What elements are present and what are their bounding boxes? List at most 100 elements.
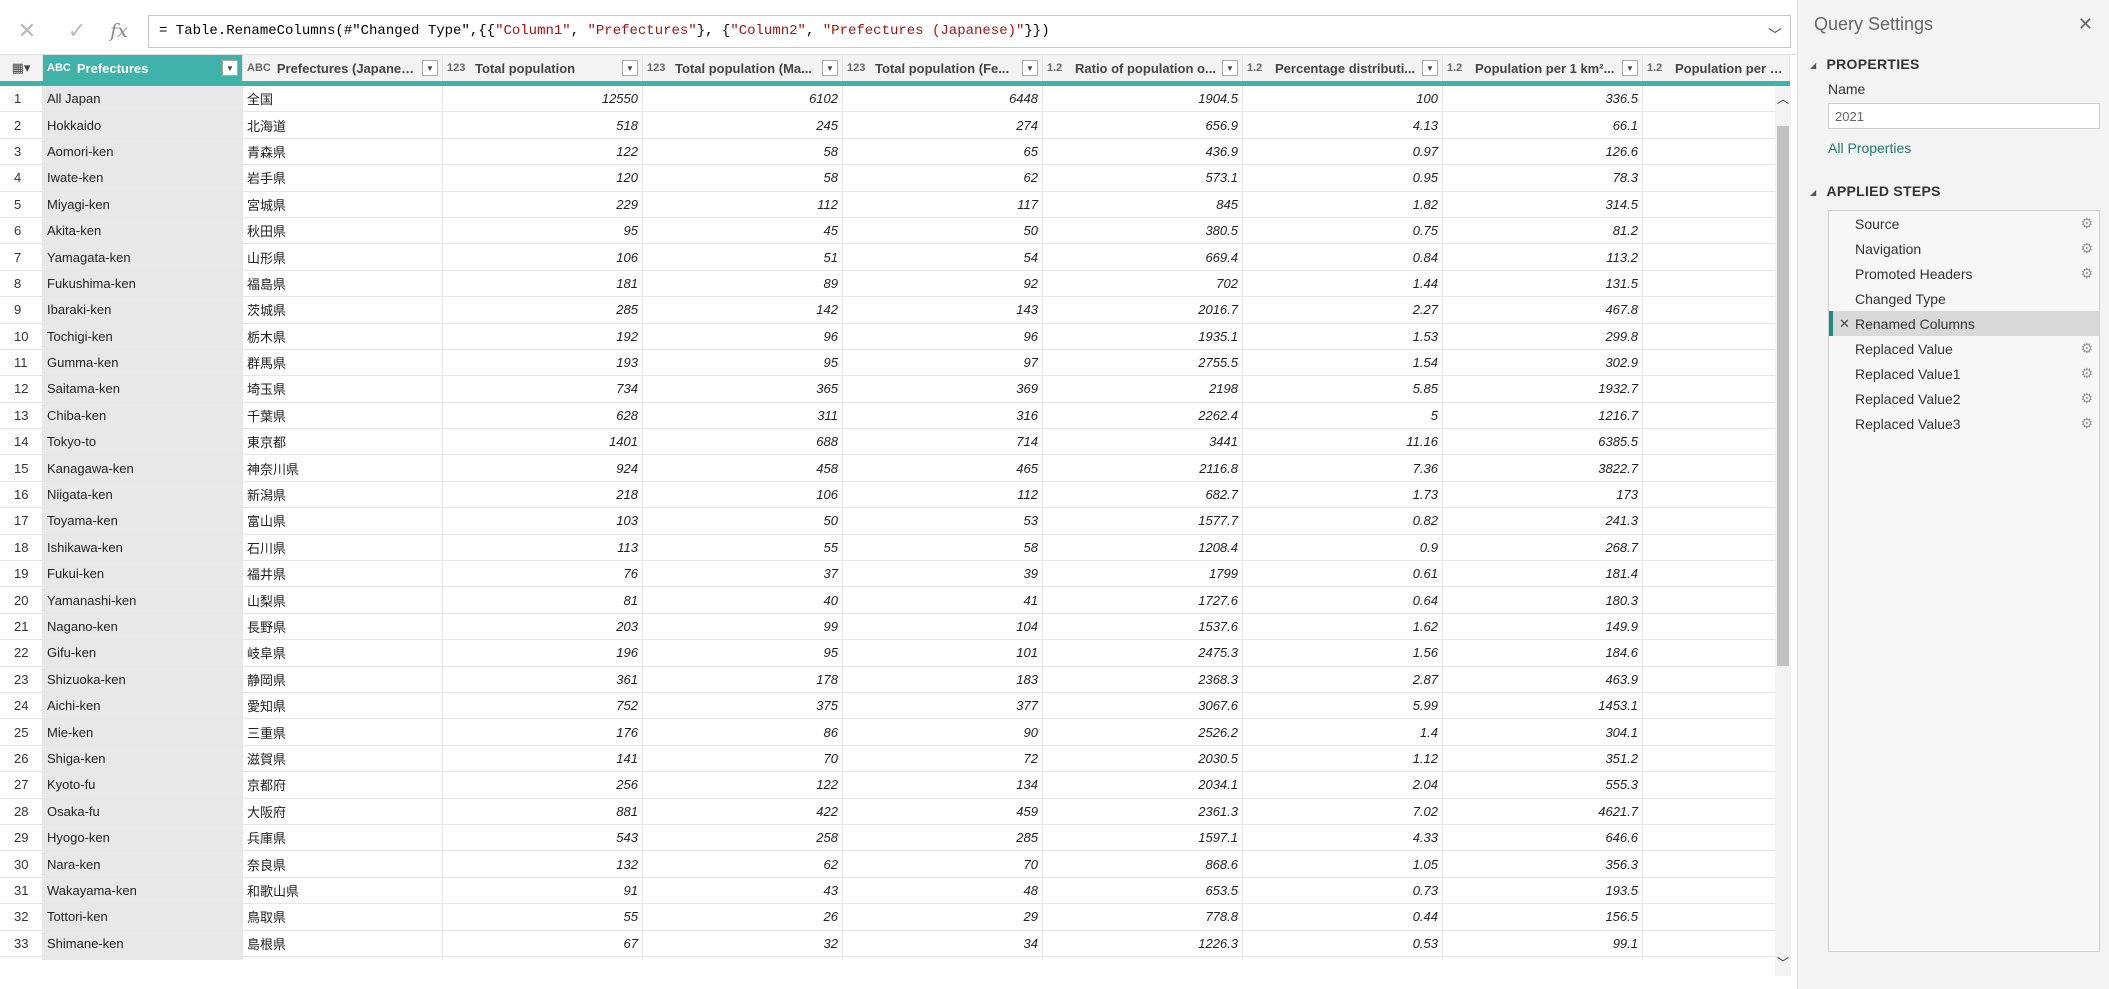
table-cell[interactable]: 89 [643,270,843,298]
table-cell[interactable] [1643,508,1790,535]
table-cell[interactable]: 1216.7 [1443,402,1643,430]
table-cell[interactable]: All Japan [43,86,243,113]
table-cell[interactable] [1643,112,1790,139]
table-cell[interactable]: Aomori-ken [43,138,243,166]
table-row[interactable]: 5 Miyagi-ken 宮城県 229 112 117 845 1.82 314.5 [0,191,1790,218]
table-cell[interactable]: 81 [443,587,643,614]
applied-step[interactable]: Navigation ⚙ [1829,236,2099,261]
table-cell[interactable]: 143 [843,297,1043,324]
table-row[interactable]: 21 Nagano-ken 長野県 203 99 104 1537.6 1.62 149.9 [0,613,1790,641]
table-cell[interactable]: 465 [843,455,1043,482]
table-cell[interactable] [1643,402,1790,430]
table-cell[interactable]: 314.5 [1443,191,1643,218]
table-cell[interactable]: 50 [643,508,843,535]
table-cell[interactable]: 241.3 [1443,508,1643,535]
table-cell[interactable]: 3441 [1043,429,1243,456]
table-cell[interactable]: 奈良県 [243,851,443,878]
table-cell[interactable]: Ibaraki-ken [43,297,243,324]
table-cell[interactable]: Wakayama-ken [43,877,243,905]
data-type-icon[interactable]: 1.2 [1447,62,1469,74]
table-cell[interactable]: 356.3 [1443,851,1643,878]
table-cell[interactable]: 62 [643,851,843,878]
table-row[interactable]: 11 Gumma-ken 群馬県 193 95 97 2755.5 1.54 302.9 [0,349,1790,377]
filter-dropdown-icon[interactable]: ▼ [1422,60,1438,76]
table-cell[interactable]: Kanagawa-ken [43,455,243,482]
table-cell[interactable]: Fukushima-ken [43,270,243,298]
table-cell[interactable]: 380.5 [1043,217,1243,245]
table-cell[interactable]: 45 [643,217,843,245]
table-cell[interactable] [1643,86,1790,113]
table-cell[interactable]: 156.5 [1443,904,1643,931]
table-cell[interactable]: 2116.8 [1043,455,1243,482]
table-cell[interactable] [1643,323,1790,350]
cancel-icon[interactable]: ✕ [8,12,46,50]
commit-check-icon[interactable]: ✓ [58,12,96,50]
table-cell[interactable]: 55 [643,534,843,562]
table-cell[interactable]: 0.53 [1243,930,1443,957]
applied-steps-section-header[interactable]: ◢ APPLIED STEPS [1810,183,1941,199]
table-cell[interactable]: 53 [843,508,1043,535]
table-cell[interactable] [1643,640,1790,667]
table-cell[interactable]: 193 [443,349,643,377]
all-properties-link[interactable]: All Properties [1828,140,1911,156]
table-cell[interactable] [1643,534,1790,562]
table-cell[interactable]: 336.5 [1443,86,1643,113]
table-cell[interactable] [1643,349,1790,377]
table-row[interactable]: 30 Nara-ken 奈良県 132 62 70 868.6 1.05 356.3 [0,851,1790,878]
table-cell[interactable]: 41 [843,587,1043,614]
table-cell[interactable]: 62 [843,165,1043,192]
table-cell[interactable]: 76 [443,561,643,588]
table-row[interactable]: 24 Aichi-ken 愛知県 752 375 377 3067.6 5.99 1453.1 [0,692,1790,720]
table-cell[interactable]: 96 [843,323,1043,350]
table-cell[interactable] [1643,217,1790,245]
table-cell[interactable]: Kyoto-fu [43,772,243,799]
table-cell[interactable]: 0.97 [1243,138,1443,166]
table-cell[interactable]: 2016.7 [1043,297,1243,324]
table-cell[interactable]: 1208.4 [1043,534,1243,562]
fx-icon[interactable]: fx [100,12,138,50]
table-cell[interactable]: 福井県 [243,561,443,588]
table-cell[interactable]: 0.84 [1243,244,1443,271]
table-cell[interactable]: 1.54 [1243,349,1443,377]
table-cell[interactable]: 茨城県 [243,297,443,324]
table-cell[interactable]: 29 [843,904,1043,931]
table-cell[interactable]: 全国 [243,86,443,113]
table-cell[interactable] [443,956,643,960]
table-cell[interactable]: 180.3 [1443,587,1643,614]
table-cell[interactable]: 1.05 [1243,851,1443,878]
table-row[interactable]: 17 Toyama-ken 富山県 103 50 53 1577.7 0.82 241.3 [0,508,1790,535]
table-cell[interactable]: 7.36 [1243,455,1443,482]
column-header[interactable]: 123 Total population (Fe... ▼ [843,55,1043,81]
vertical-scrollbar[interactable]: ︿ ﹀ [1775,86,1791,976]
table-cell[interactable]: 2.27 [1243,297,1443,324]
table-cell[interactable]: 112 [843,481,1043,509]
table-cell[interactable]: 178 [643,666,843,693]
table-cell[interactable]: 924 [443,455,643,482]
table-cell[interactable]: Shizuoka-ken [43,666,243,693]
table-cell[interactable]: 351.2 [1443,745,1643,773]
table-cell[interactable]: 58 [843,534,1043,562]
table-cell[interactable]: 12550 [443,86,643,113]
table-cell[interactable]: 752 [443,692,643,720]
table-cell[interactable] [1643,481,1790,509]
table-cell[interactable]: 26 [643,904,843,931]
table-cell[interactable]: 682.7 [1043,481,1243,509]
table-cell[interactable]: 愛知県 [243,692,443,720]
table-row[interactable]: 33 Shimane-ken 島根県 67 32 34 1226.3 0.53 99.1 [0,930,1790,957]
table-cell[interactable]: 静岡県 [243,666,443,693]
column-header[interactable]: 1.2 Percentage distributi... ▼ [1243,55,1443,81]
table-cell[interactable]: 岩手県 [243,165,443,192]
table-cell[interactable]: 92 [843,270,1043,298]
filter-dropdown-icon[interactable]: ▼ [222,60,238,76]
table-cell[interactable]: 神奈川県 [243,455,443,482]
table-cell[interactable]: 山梨県 [243,587,443,614]
table-row[interactable]: 6 Akita-ken 秋田県 95 45 50 380.5 0.75 81.2 [0,217,1790,245]
table-cell[interactable]: Tochigi-ken [43,323,243,350]
table-cell[interactable] [1643,824,1790,852]
table-cell[interactable]: 97 [843,349,1043,377]
table-cell[interactable]: 95 [643,640,843,667]
table-cell[interactable] [1643,613,1790,641]
table-cell[interactable] [1643,376,1790,403]
applied-step[interactable]: Changed Type [1829,286,2099,311]
filter-dropdown-icon[interactable]: ▼ [1222,60,1238,76]
